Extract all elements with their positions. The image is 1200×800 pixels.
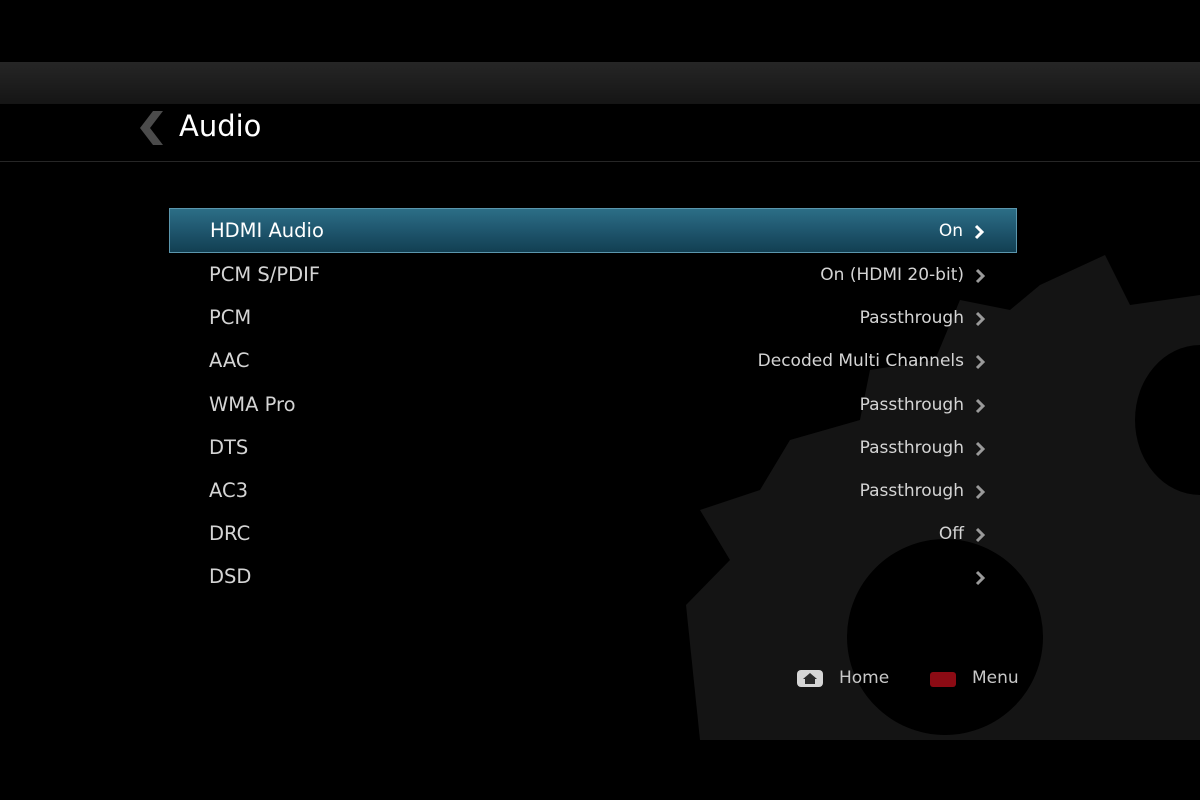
- menu-item-dts[interactable]: DTS Passthrough: [169, 426, 1017, 469]
- menu-item-label: AAC: [209, 349, 250, 373]
- menu-label: Menu: [972, 668, 1019, 688]
- menu-item-value: Passthrough: [859, 437, 964, 458]
- menu-item-value: Passthrough: [859, 308, 964, 329]
- home-key-icon[interactable]: [797, 670, 823, 687]
- page-title: Audio: [179, 109, 262, 143]
- menu-item-label: PCM S/PDIF: [209, 263, 321, 286]
- chevron-right-icon: [975, 398, 986, 413]
- menu-item-label: DRC: [209, 522, 251, 546]
- chevron-right-icon: [975, 528, 986, 543]
- chevron-right-icon: [975, 355, 986, 370]
- menu-item-dsd[interactable]: DSD: [169, 555, 1017, 598]
- menu-item-wma-pro[interactable]: WMA Pro Passthrough: [169, 383, 1017, 426]
- menu-item-label: DSD: [209, 565, 252, 589]
- menu-item-value: On (HDMI 20-bit): [820, 265, 964, 285]
- audio-settings-screen: Audio HDMI Audio On PCM S/PDIF On (HDMI …: [0, 0, 1200, 800]
- chevron-right-icon: [975, 441, 986, 456]
- home-label: Home: [839, 668, 890, 688]
- chevron-right-icon: [975, 571, 986, 586]
- chevron-right-icon: [975, 484, 986, 499]
- menu-item-ac3[interactable]: AC3 Passthrough: [169, 469, 1017, 512]
- menu-item-aac[interactable]: AAC Decoded Multi Channels: [169, 339, 1017, 382]
- menu-item-pcm-spdif[interactable]: PCM S/PDIF On (HDMI 20-bit): [169, 253, 1017, 296]
- menu-item-label: HDMI Audio: [210, 219, 324, 242]
- menu-item-label: PCM: [209, 306, 252, 330]
- menu-item-value: Passthrough: [859, 480, 964, 501]
- settings-list: HDMI Audio On PCM S/PDIF On (HDMI 20-bit…: [169, 208, 1017, 599]
- footer-hints: Home Menu: [0, 665, 1200, 695]
- menu-item-label: WMA Pro: [209, 392, 296, 416]
- chevron-right-icon: [975, 312, 986, 327]
- chevron-right-icon: [974, 224, 985, 240]
- menu-item-value: Decoded Multi Channels: [757, 351, 964, 372]
- menu-item-value: Passthrough: [859, 394, 964, 415]
- top-bar: [0, 62, 1200, 104]
- menu-item-label: AC3: [209, 478, 249, 502]
- menu-item-value: Off: [938, 524, 964, 545]
- menu-item-drc[interactable]: DRC Off: [169, 512, 1017, 555]
- back-arrow-icon[interactable]: [139, 108, 169, 148]
- red-key-icon[interactable]: [930, 672, 956, 687]
- menu-item-label: DTS: [209, 435, 249, 459]
- menu-item-hdmi-audio[interactable]: HDMI Audio On: [169, 208, 1017, 253]
- chevron-right-icon: [975, 268, 986, 284]
- header-divider: [0, 161, 1200, 162]
- menu-item-value: On: [938, 221, 963, 241]
- menu-item-pcm[interactable]: PCM Passthrough: [169, 296, 1017, 339]
